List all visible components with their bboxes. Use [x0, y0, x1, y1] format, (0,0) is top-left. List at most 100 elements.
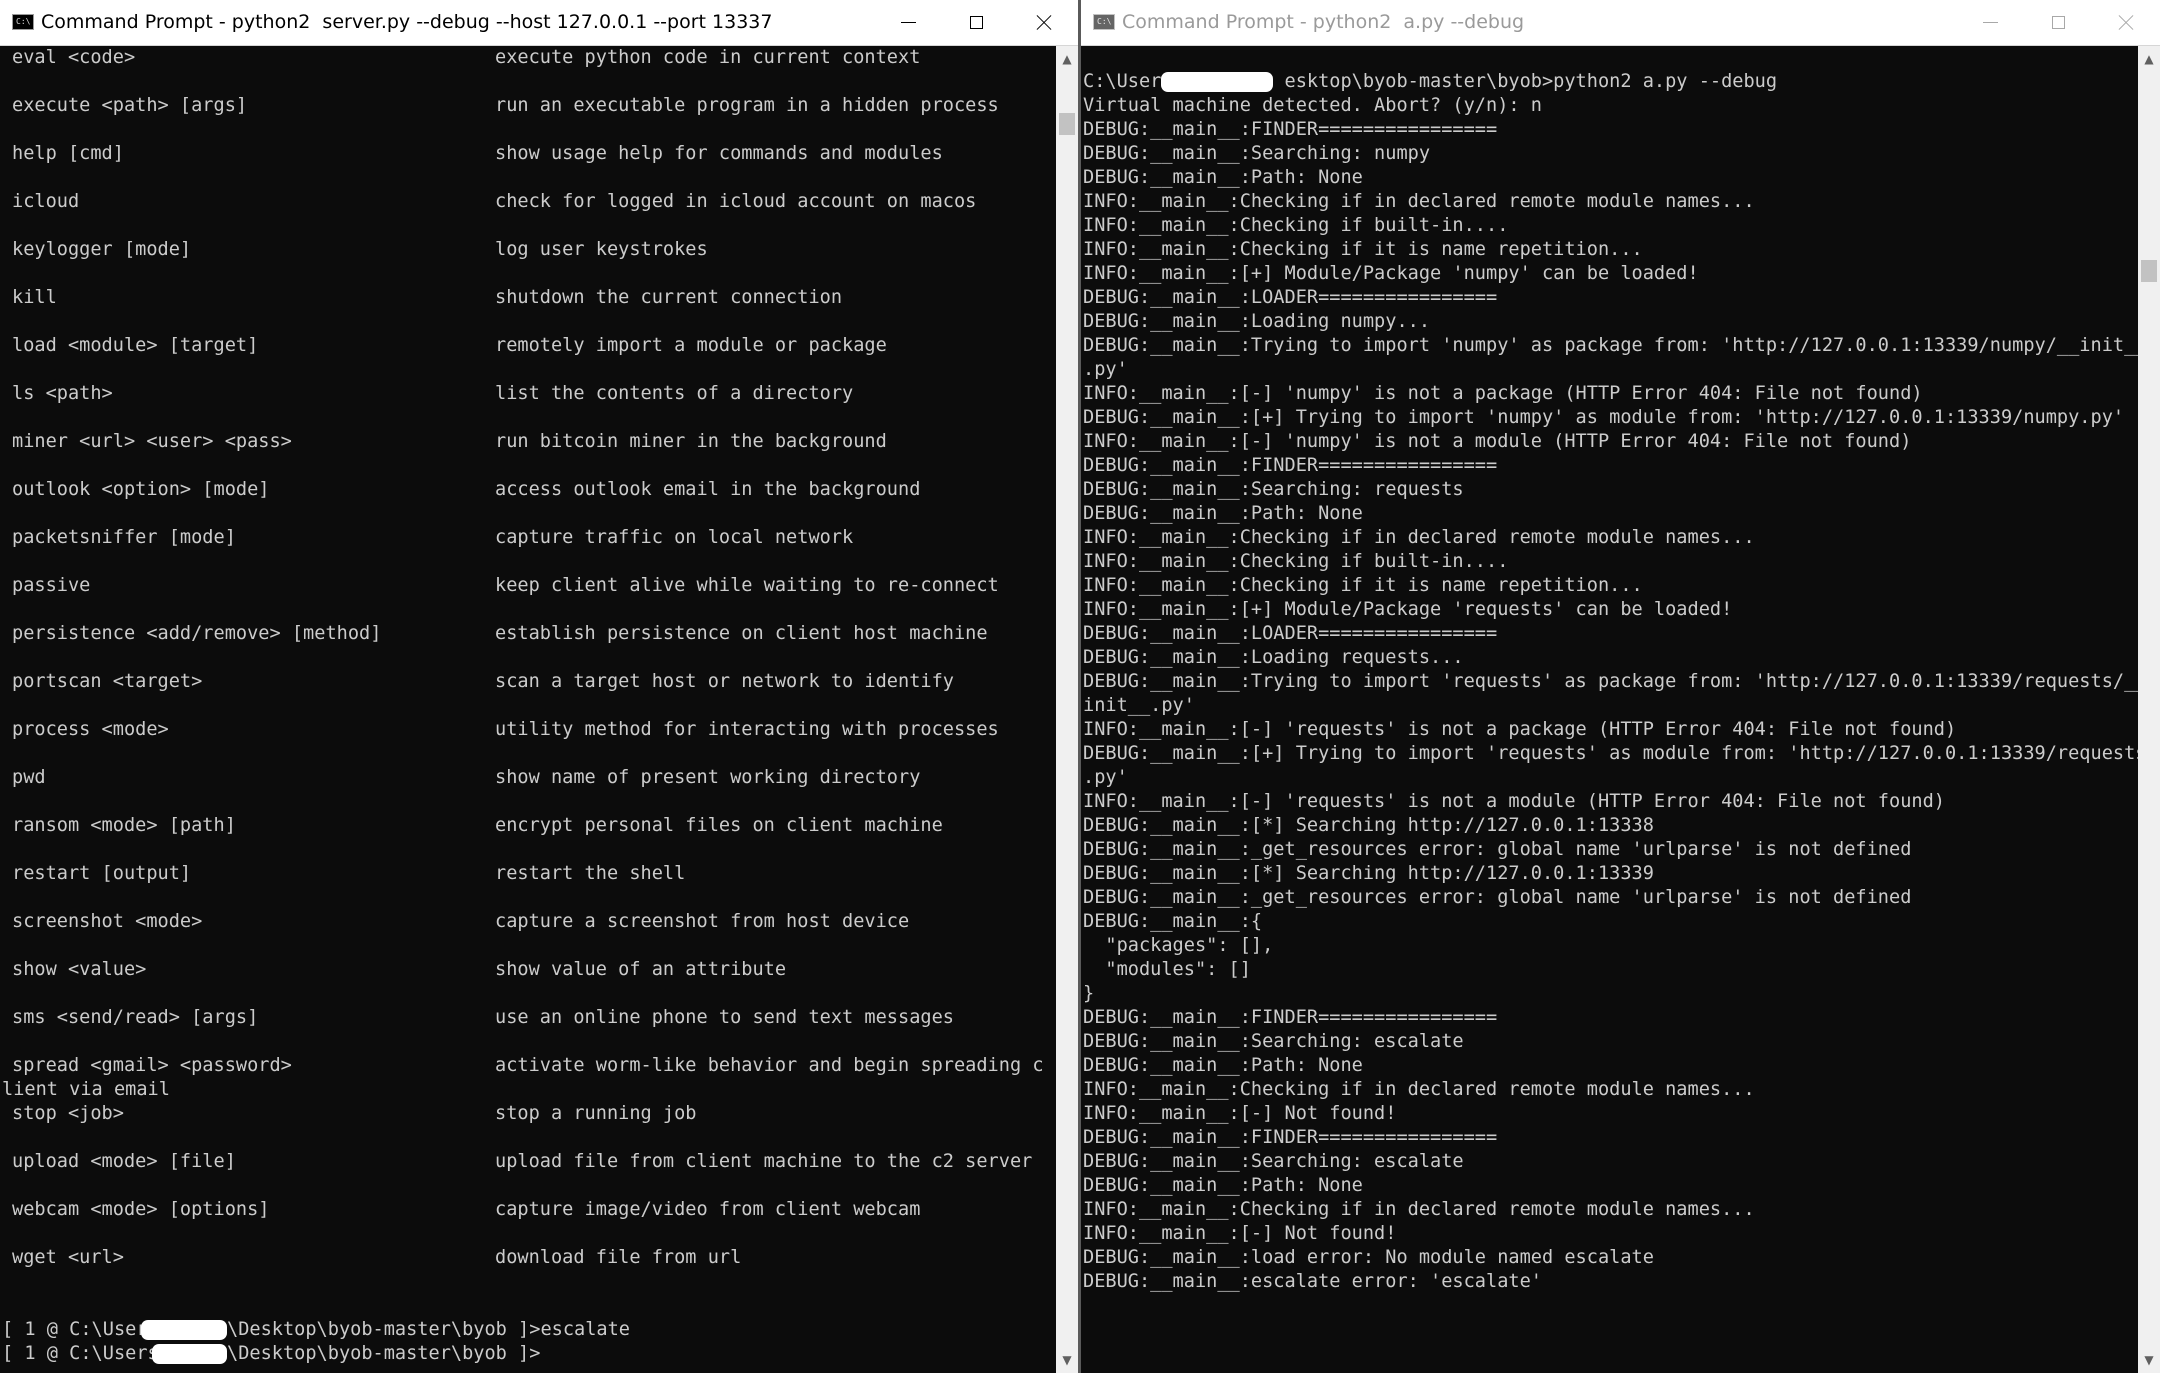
- shell-prompt-user-part: [ 1 @ C:\Users: [2, 1343, 159, 1364]
- left-console-window[interactable]: C:\ Command Prompt - python2 server.py -…: [0, 0, 1078, 1373]
- console-log-line: INFO:__main__:[-] Not found!: [1083, 1223, 1397, 1244]
- right-scrollbar[interactable]: ▲ ▼: [2138, 46, 2160, 1373]
- right-close-button[interactable]: [2092, 0, 2160, 45]
- console-log-line: INFO:__main__:[-] 'requests' is not a pa…: [1083, 719, 1957, 740]
- console-log-line: INFO:__main__:Checking if built-in....: [1083, 551, 1509, 572]
- command-name: sms <send/read> [args]: [12, 1007, 259, 1028]
- right-window-title: Command Prompt - python2 a.py --debug: [1122, 11, 1525, 33]
- redaction-mark: [1161, 72, 1273, 92]
- left-scrollbar-thumb[interactable]: [1059, 113, 1075, 135]
- console-log-line: DEBUG:__main__:Trying to import 'numpy' …: [1083, 335, 2138, 356]
- left-close-button[interactable]: [1010, 0, 1078, 45]
- left-title-bar[interactable]: C:\ Command Prompt - python2 server.py -…: [0, 0, 1078, 46]
- command-name: webcam <mode> [options]: [12, 1199, 270, 1220]
- right-scrollbar-thumb[interactable]: [2141, 260, 2157, 282]
- right-console-window[interactable]: C:\ Command Prompt - python2 a.py --debu…: [1081, 0, 2160, 1373]
- console-log-line: DEBUG:__main__:FINDER================: [1083, 119, 1498, 140]
- right-console-output[interactable]: C:\Users esktop\byob-master\byob>python2…: [1081, 46, 2138, 1373]
- command-name: eval <code>: [12, 47, 136, 68]
- shell-prompt-user-part: [ 1 @ C:\User: [2, 1319, 148, 1340]
- maximize-icon: [969, 16, 983, 29]
- console-log-line: DEBUG:__main__:[*] Searching http://127.…: [1083, 815, 1654, 836]
- left-scrollbar[interactable]: ▲ ▼: [1056, 46, 1078, 1373]
- console-log-line: DEBUG:__main__:escalate error: 'escalate…: [1083, 1271, 1542, 1292]
- shell-prompt: \Desktop\byob-master\byob ]>escalate: [227, 1319, 630, 1340]
- console-log-line: .py': [1083, 767, 1128, 788]
- command-description: list the contents of a directory: [495, 383, 854, 404]
- console-log-line: INFO:__main__:Checking if in declared re…: [1083, 1079, 1755, 1100]
- console-log-line: INFO:__main__:Checking if built-in....: [1083, 215, 1509, 236]
- console-log-line: INFO:__main__:Checking if it is name rep…: [1083, 575, 1643, 596]
- console-log-line: "packages": [],: [1083, 935, 1274, 956]
- left-window-title: Command Prompt - python2 server.py --deb…: [41, 11, 773, 33]
- command-description: use an online phone to send text message…: [495, 1007, 954, 1028]
- minimize-icon: [1982, 22, 1998, 23]
- console-log-line: }: [1083, 983, 1095, 1004]
- scroll-up-arrow-icon[interactable]: ▲: [2138, 48, 2160, 70]
- right-title-bar[interactable]: C:\ Command Prompt - python2 a.py --debu…: [1081, 0, 2160, 46]
- command-name: process <mode>: [12, 719, 169, 740]
- left-console-output[interactable]: eval <code> execute python code in curren…: [0, 46, 1056, 1373]
- console-log-line: init__.py': [1083, 695, 1195, 716]
- command-name: help [cmd]: [12, 143, 124, 164]
- command-description: stop a running job: [495, 1103, 697, 1124]
- console-log-line: DEBUG:__main__:LOADER================: [1083, 623, 1498, 644]
- console-log-line: INFO:__main__:[-] 'numpy' is not a modul…: [1083, 431, 1912, 452]
- console-log-line: .py': [1083, 359, 1128, 380]
- console-log-line: DEBUG:__main__:_get_resources error: glo…: [1083, 887, 1912, 908]
- console-log-line: DEBUG:__main__:Searching: requests: [1083, 479, 1464, 500]
- command-name: load <module> [target]: [12, 335, 259, 356]
- console-log-line: DEBUG:__main__:[+] Trying to import 'num…: [1083, 407, 2125, 428]
- console-log-line: DEBUG:__main__:Path: None: [1083, 1175, 1363, 1196]
- console-log-line: DEBUG:__main__:Loading requests...: [1083, 647, 1464, 668]
- scroll-down-arrow-icon[interactable]: ▼: [2138, 1349, 2160, 1371]
- command-name: persistence <add/remove> [method]: [12, 623, 382, 644]
- command-description: show value of an attribute: [495, 959, 787, 980]
- close-icon: [1036, 15, 1052, 31]
- console-log-line: INFO:__main__:[-] 'numpy' is not a packa…: [1083, 383, 1923, 404]
- command-description: run bitcoin miner in the background: [495, 431, 887, 452]
- command-name: stop <job>: [12, 1103, 124, 1124]
- right-minimize-button[interactable]: [1956, 0, 2024, 45]
- command-name: wget <url>: [12, 1247, 124, 1268]
- console-log-line: INFO:__main__:[+] Module/Package 'reques…: [1083, 599, 1733, 620]
- command-description: download file from url: [495, 1247, 742, 1268]
- command-description: scan a target host or network to identif…: [495, 671, 954, 692]
- command-name: execute <path> [args]: [12, 95, 248, 116]
- minimize-icon: [900, 22, 916, 23]
- command-name: upload <mode> [file]: [12, 1151, 236, 1172]
- command-name: keylogger [mode]: [12, 239, 192, 260]
- command-description: keep client alive while waiting to re-co…: [495, 575, 999, 596]
- console-log-line: DEBUG:__main__:Trying to import 'request…: [1083, 671, 2138, 692]
- cmd-icon[interactable]: C:\: [12, 14, 34, 30]
- cmd-icon[interactable]: C:\: [1093, 14, 1115, 30]
- console-log-line: DEBUG:__main__:Loading numpy...: [1083, 311, 1431, 332]
- maximize-icon: [2051, 16, 2065, 29]
- command-description: capture traffic on local network: [495, 527, 854, 548]
- redaction-mark: [141, 1320, 227, 1340]
- console-log-line: INFO:__main__:[+] Module/Package 'numpy'…: [1083, 263, 1699, 284]
- console-log-line: DEBUG:__main__:Path: None: [1083, 503, 1363, 524]
- command-description: capture a screenshot from host device: [495, 911, 910, 932]
- command-name: ls <path>: [12, 383, 113, 404]
- left-minimize-button[interactable]: [874, 0, 942, 45]
- console-log-line: DEBUG:__main__:Searching: escalate: [1083, 1031, 1464, 1052]
- console-log-line: DEBUG:__main__:[*] Searching http://127.…: [1083, 863, 1654, 884]
- command-description: capture image/video from client webcam: [495, 1199, 921, 1220]
- left-maximize-button[interactable]: [942, 0, 1010, 45]
- command-description: encrypt personal files on client machine: [495, 815, 943, 836]
- right-maximize-button[interactable]: [2024, 0, 2092, 45]
- console-log-line: DEBUG:__main__:[+] Trying to import 'req…: [1083, 743, 2138, 764]
- scroll-down-arrow-icon[interactable]: ▼: [1056, 1349, 1078, 1371]
- command-description: show name of present working directory: [495, 767, 921, 788]
- console-log-line: DEBUG:__main__:{: [1083, 911, 1263, 932]
- command-name: show <value>: [12, 959, 147, 980]
- console-log-line: DEBUG:__main__:LOADER================: [1083, 287, 1498, 308]
- console-log-line: DEBUG:__main__:Path: None: [1083, 1055, 1363, 1076]
- console-log-line: DEBUG:__main__:_get_resources error: glo…: [1083, 839, 1912, 860]
- console-log-line: INFO:__main__:Checking if in declared re…: [1083, 191, 1755, 212]
- scroll-up-arrow-icon[interactable]: ▲: [1056, 48, 1078, 70]
- command-name: kill: [12, 287, 57, 308]
- console-log-line: INFO:__main__:[-] 'requests' is not a mo…: [1083, 791, 1945, 812]
- command-description: upload file from client machine to the c…: [495, 1151, 1033, 1172]
